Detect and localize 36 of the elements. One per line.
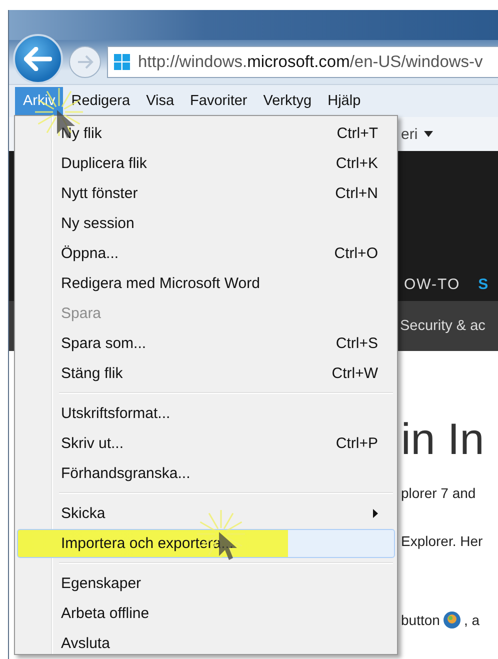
menu-item[interactable]: Redigera med Microsoft Word <box>17 269 395 298</box>
menu-item[interactable]: Egenskaper <box>17 569 395 598</box>
menu-item[interactable]: Stäng flik Ctrl+W <box>17 359 395 388</box>
menu-bar-item[interactable]: Favoriter <box>182 87 256 115</box>
paragraph-text: plorer 7 and <box>401 485 477 501</box>
paragraph-text: button <box>401 612 440 628</box>
menu-item[interactable]: Arbeta offline <box>17 599 395 628</box>
url-text: http://windows.microsoft.com/en-US/windows-v <box>138 52 483 72</box>
menu-item[interactable]: Spara som... Ctrl+S <box>17 329 395 358</box>
menu-item[interactable]: Nytt fönster Ctrl+N <box>17 179 395 208</box>
nav-link[interactable]: S <box>478 276 490 293</box>
caret-icon <box>424 131 433 137</box>
menu-item[interactable]: Skicka <box>17 499 395 528</box>
arrow-left-icon <box>24 47 52 71</box>
menu-item[interactable]: Avsluta <box>17 629 395 658</box>
toolbar-text[interactable]: eri <box>401 126 418 142</box>
menu-item[interactable]: Duplicera flik Ctrl+K <box>17 149 395 178</box>
windows-logo-icon <box>114 54 130 70</box>
subnav-link[interactable]: Security & ac <box>400 318 486 334</box>
menu-bar-item[interactable]: Visa <box>138 87 182 115</box>
paragraph-text: , a <box>464 612 480 628</box>
menu-bar-item[interactable]: Redigera <box>63 87 138 115</box>
paragraph-text: Explorer. Her <box>401 533 484 549</box>
menu-bar-item[interactable]: Verktyg <box>255 87 320 115</box>
menu-bar-item[interactable]: Hjälp <box>320 87 369 115</box>
menu-item[interactable]: Skriv ut... Ctrl+P <box>17 429 395 458</box>
menu-item[interactable]: Utskriftsformat... <box>17 399 395 428</box>
page-heading: in In <box>401 415 486 465</box>
address-bar[interactable]: http://windows.microsoft.com/en-US/windows-v <box>107 46 498 78</box>
menu-item[interactable]: Förhandsgranska... <box>17 459 395 488</box>
nav-link[interactable]: OW-TO <box>404 276 460 293</box>
start-orb-icon <box>442 611 461 629</box>
arrow-right-icon <box>76 54 94 70</box>
menu-item[interactable]: Öppna... Ctrl+O <box>17 239 395 268</box>
back-button[interactable] <box>13 34 63 84</box>
menu-item[interactable]: Ny session <box>17 209 395 238</box>
